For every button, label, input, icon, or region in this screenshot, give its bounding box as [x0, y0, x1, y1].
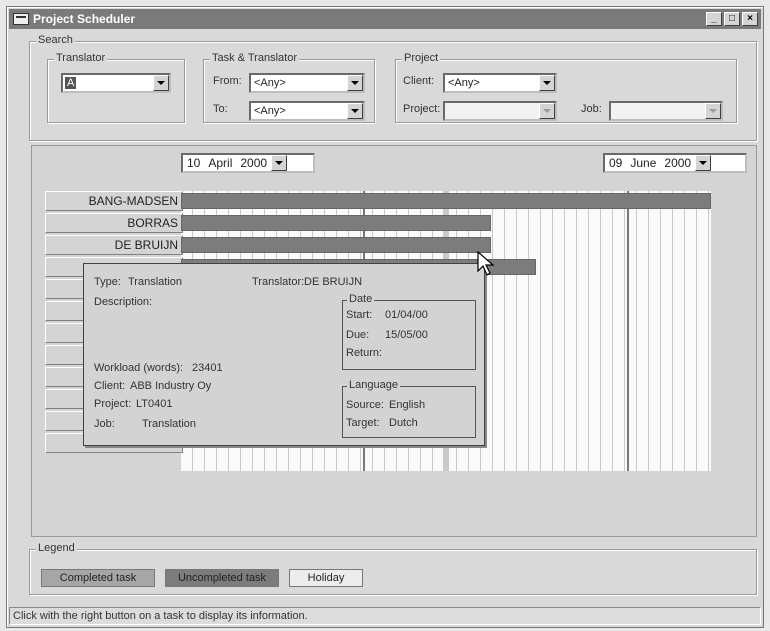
- chevron-down-icon[interactable]: [271, 155, 288, 171]
- translator-group-label: Translator: [54, 52, 108, 64]
- translator-row-label[interactable]: DE BRUIJN: [45, 235, 183, 255]
- app-icon: [13, 13, 29, 25]
- date-box-label: Date: [347, 293, 375, 305]
- from-select[interactable]: <Any>: [249, 73, 365, 93]
- source-value: English: [389, 399, 426, 411]
- mouse-cursor-icon: [477, 251, 495, 276]
- type-label: Type:: [94, 276, 121, 288]
- legend-label: Legend: [36, 542, 77, 554]
- chevron-down-icon[interactable]: [695, 155, 712, 171]
- legend-uncompleted: Uncompleted task: [165, 569, 279, 587]
- start-year: 2000: [240, 156, 268, 170]
- client-value: ABB Industry Oy: [130, 380, 212, 392]
- start-day: 10: [187, 156, 201, 170]
- date-box: Date Start: 01/04/00 Due: 15/05/00 Retur…: [342, 293, 476, 370]
- translator-row-label[interactable]: BANG-MADSEN: [45, 191, 183, 211]
- project-group-label: Project: [402, 52, 441, 64]
- language-box-label: Language: [347, 379, 400, 391]
- start-value: 01/04/00: [385, 309, 428, 321]
- to-select[interactable]: <Any>: [249, 101, 365, 121]
- close-button[interactable]: ×: [742, 12, 758, 26]
- type-value: Translation: [128, 276, 183, 288]
- chevron-down-icon[interactable]: [347, 103, 363, 119]
- target-label: Target:: [346, 417, 380, 429]
- due-value: 15/05/00: [385, 329, 428, 341]
- task-info-popup: Type: Translation Translator: DE BRUIJN …: [83, 263, 485, 446]
- task-bar[interactable]: [181, 237, 492, 253]
- chevron-down-icon[interactable]: [539, 103, 555, 119]
- client-label: Client:: [94, 380, 126, 392]
- chevron-down-icon[interactable]: [347, 75, 363, 91]
- project-scheduler-window: Project Scheduler _ □ × Search Translato…: [6, 6, 764, 628]
- start-month: April: [208, 156, 233, 170]
- maximize-button[interactable]: □: [724, 12, 740, 26]
- legend-holiday: Holiday: [289, 569, 363, 587]
- status-bar: Click with the right button on a task to…: [9, 607, 761, 625]
- translator-select[interactable]: A: [61, 73, 171, 93]
- title-bar: Project Scheduler _ □ ×: [9, 9, 761, 29]
- due-label: Due:: [346, 329, 370, 341]
- from-label: From:: [213, 75, 242, 87]
- task-translator-group-label: Task & Translator: [210, 52, 299, 64]
- project-select[interactable]: [443, 101, 557, 121]
- to-label: To:: [213, 103, 228, 115]
- translator-row-label[interactable]: BORRAS: [45, 213, 183, 233]
- job-select[interactable]: [609, 101, 723, 121]
- client-select[interactable]: <Any>: [443, 73, 557, 93]
- job-value: Translation: [142, 418, 197, 430]
- language-box: Language Source: English Target: Dutch: [342, 379, 476, 438]
- target-value: Dutch: [389, 417, 418, 429]
- chevron-down-icon[interactable]: [153, 75, 169, 91]
- source-label: Source:: [346, 399, 384, 411]
- workload-label: Workload (words):: [94, 362, 184, 374]
- end-month: June: [630, 156, 657, 170]
- task-bar[interactable]: [181, 193, 711, 209]
- legend-uncompleted-label: Uncompleted task: [177, 572, 267, 584]
- legend-holiday-label: Holiday: [307, 572, 345, 584]
- project-label: Project:: [94, 398, 132, 410]
- end-year: 2000: [664, 156, 692, 170]
- search-group-label: Search: [36, 34, 75, 46]
- week-divider: [627, 191, 629, 471]
- from-select-value: <Any>: [254, 77, 286, 89]
- end-day: 09: [609, 156, 623, 170]
- minimize-button[interactable]: _: [706, 12, 722, 26]
- task-bar[interactable]: [181, 215, 492, 231]
- end-date-picker[interactable]: 09 June 2000: [603, 153, 747, 173]
- chevron-down-icon[interactable]: [539, 75, 555, 91]
- start-date-picker[interactable]: 10 April 2000: [181, 153, 315, 173]
- project-value: LT0401: [136, 398, 173, 410]
- translator-value: DE BRUIJN: [304, 276, 363, 288]
- start-label: Start:: [346, 309, 373, 321]
- legend-completed-label: Completed task: [59, 572, 137, 584]
- description-label: Description:: [94, 296, 153, 308]
- to-select-value: <Any>: [254, 105, 286, 117]
- translator-label: Translator:: [252, 276, 305, 288]
- workload-value: 23401: [192, 362, 223, 374]
- job-label: Job:: [94, 418, 115, 430]
- translator-select-value: A: [65, 77, 77, 89]
- window-title: Project Scheduler: [33, 12, 136, 26]
- return-label: Return:: [346, 347, 383, 359]
- project-label: Project:: [403, 103, 441, 115]
- job-label: Job:: [581, 103, 602, 115]
- client-select-value: <Any>: [448, 77, 480, 89]
- client-label: Client:: [403, 75, 435, 87]
- chevron-down-icon[interactable]: [705, 103, 721, 119]
- legend-completed: Completed task: [41, 569, 155, 587]
